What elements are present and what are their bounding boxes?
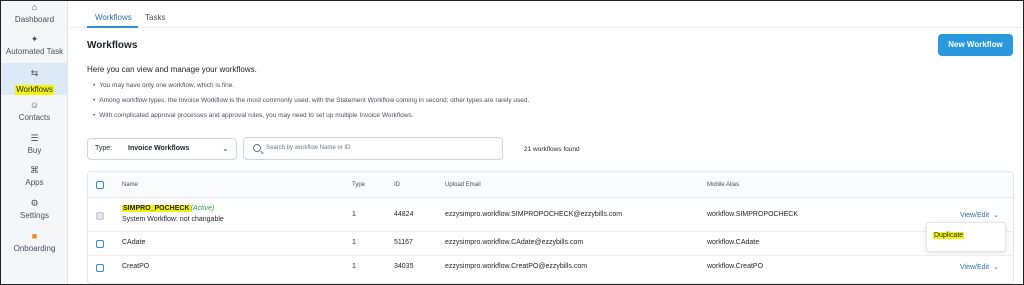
sidebar-item-dashboard[interactable]: ⌂ Dashboard xyxy=(1,1,68,33)
sidebar-item-label: Onboarding xyxy=(13,244,56,253)
mobile-alias: workflow.CreatPO xyxy=(707,263,764,270)
column-header-type: Type xyxy=(352,182,366,188)
workflow-name: CAdate xyxy=(122,239,146,246)
table-row[interactable]: CAdate 1 51167 ezzysimpro.workflow.CAdat… xyxy=(88,232,1013,256)
tab-workflows[interactable]: Workflows xyxy=(95,9,132,27)
gear-icon: ⚙ xyxy=(30,198,39,208)
row-checkbox xyxy=(96,212,104,220)
workflow-type: 1 xyxy=(352,211,356,218)
workflow-id: 44824 xyxy=(394,211,414,218)
workflow-name: SIMPRO_POCHECK xyxy=(122,205,191,212)
tab-tasks[interactable]: Tasks xyxy=(145,9,165,27)
apps-icon: ⌘ xyxy=(30,165,39,175)
new-workflow-button[interactable]: New Workflow xyxy=(938,34,1013,56)
sidebar-item-label: Buy xyxy=(27,146,42,155)
intro-bullet: Among workflow types, the Invoice Workfl… xyxy=(93,97,529,104)
sidebar-item-workflows[interactable]: ⇆ Workflows xyxy=(1,63,68,95)
sparkle-icon: ✦ xyxy=(30,34,39,44)
video-icon: ■ xyxy=(31,231,38,241)
column-header-id: ID xyxy=(394,182,400,188)
sidebar-item-label: Contacts xyxy=(18,113,51,122)
search-icon xyxy=(253,144,261,152)
workflow-id: 34035 xyxy=(394,263,414,270)
column-header-upload-email: Upload Email xyxy=(445,182,481,188)
sidebar-item-label: Apps xyxy=(25,178,44,187)
status-badge: (Active) xyxy=(190,205,215,212)
sidebar-item-settings[interactable]: ⚙ Settings xyxy=(1,197,68,229)
mobile-alias: workflow.SIMPROPOCHECK xyxy=(707,211,799,218)
workflow-type: 1 xyxy=(352,239,356,246)
page-title: Workflows xyxy=(87,40,138,51)
row-checkbox[interactable] xyxy=(96,240,104,248)
intro-bullet: With complicated approval processes and … xyxy=(93,112,413,119)
sidebar-item-label: Automated Task xyxy=(5,47,64,56)
view-edit-label: View/Edit xyxy=(960,264,990,271)
search-placeholder: Search by workflow Name or ID xyxy=(266,145,351,151)
select-all-checkbox[interactable] xyxy=(96,181,104,189)
workflow-count: 21 workflows found xyxy=(524,146,580,153)
sidebar-item-apps[interactable]: ⌘ Apps xyxy=(1,164,68,196)
upload-email: ezzysimpro.workflow.SIMPROPOCHECK@ezzybi… xyxy=(445,211,623,218)
cart-icon: ☰ xyxy=(30,133,39,143)
sidebar-item-onboarding[interactable]: ■ Onboarding xyxy=(1,230,68,262)
upload-email: ezzysimpro.workflow.CAdate@ezzybills.com xyxy=(445,239,584,246)
row-checkbox[interactable] xyxy=(96,264,104,272)
type-select[interactable]: Type: Invoice Workflows ⌄ xyxy=(87,138,237,160)
sidebar-item-buy[interactable]: ☰ Buy xyxy=(1,132,68,164)
table-row[interactable]: SIMPRO_POCHECK(Active) System Workflow: … xyxy=(88,198,1013,232)
sidebar: ⌂ Dashboard ✦ Automated Task ⇆ Workflows… xyxy=(1,1,68,284)
view-edit-link[interactable]: View/Edit ⌄ xyxy=(960,211,999,219)
sidebar-item-label: Settings xyxy=(20,211,49,220)
workflow-name: CreatPO xyxy=(122,263,150,270)
sidebar-item-contacts[interactable]: ☺ Contacts xyxy=(1,99,68,131)
sidebar-item-label: Workflows xyxy=(15,85,54,95)
workflow-id: 51167 xyxy=(394,239,413,246)
workflows-table: Name Type ID Upload Email Mobile Alias S… xyxy=(87,171,1014,284)
chevron-down-icon: ⌄ xyxy=(222,144,229,153)
tab-divider xyxy=(70,27,1022,28)
table-header: Name Type ID Upload Email Mobile Alias xyxy=(88,172,1013,198)
workflow-type: 1 xyxy=(352,263,356,270)
column-header-name: Name xyxy=(122,182,139,188)
intro-heading: Here you can view and manage your workfl… xyxy=(87,65,257,74)
workflow-name-cell: SIMPRO_POCHECK(Active) xyxy=(122,205,214,212)
upload-email: ezzysimpro.workflow.CreatPO@ezzybills.co… xyxy=(445,263,588,270)
menu-item-duplicate[interactable]: Duplicate xyxy=(933,232,965,239)
type-select-value: Invoice Workflows xyxy=(128,145,190,152)
view-edit-label: View/Edit xyxy=(960,212,990,219)
search-input[interactable]: Search by workflow Name or ID xyxy=(243,137,503,160)
sidebar-item-automated-task[interactable]: ✦ Automated Task xyxy=(1,33,68,65)
column-header-mobile-alias: Mobile Alias xyxy=(707,182,740,188)
chevron-down-icon: ⌄ xyxy=(993,212,999,219)
intro-bullet: You may have only one workflow, which is… xyxy=(93,82,234,89)
home-icon: ⌂ xyxy=(31,2,38,12)
workflow-icon: ⇆ xyxy=(30,68,39,78)
table-row[interactable]: CreatPO 1 34035 ezzysimpro.workflow.Crea… xyxy=(88,256,1013,280)
contacts-icon: ☺ xyxy=(29,100,40,110)
workflow-subtitle: System Workflow: not changable xyxy=(122,216,224,223)
active-tab-indicator xyxy=(87,26,138,28)
row-action-menu: Duplicate xyxy=(926,222,1006,252)
view-edit-link[interactable]: View/Edit ⌄ xyxy=(960,263,999,271)
chevron-down-icon: ⌄ xyxy=(993,264,999,271)
type-select-label: Type: xyxy=(95,145,113,152)
sidebar-item-label: Dashboard xyxy=(14,15,55,24)
mobile-alias: workflow.CAdate xyxy=(707,239,760,246)
